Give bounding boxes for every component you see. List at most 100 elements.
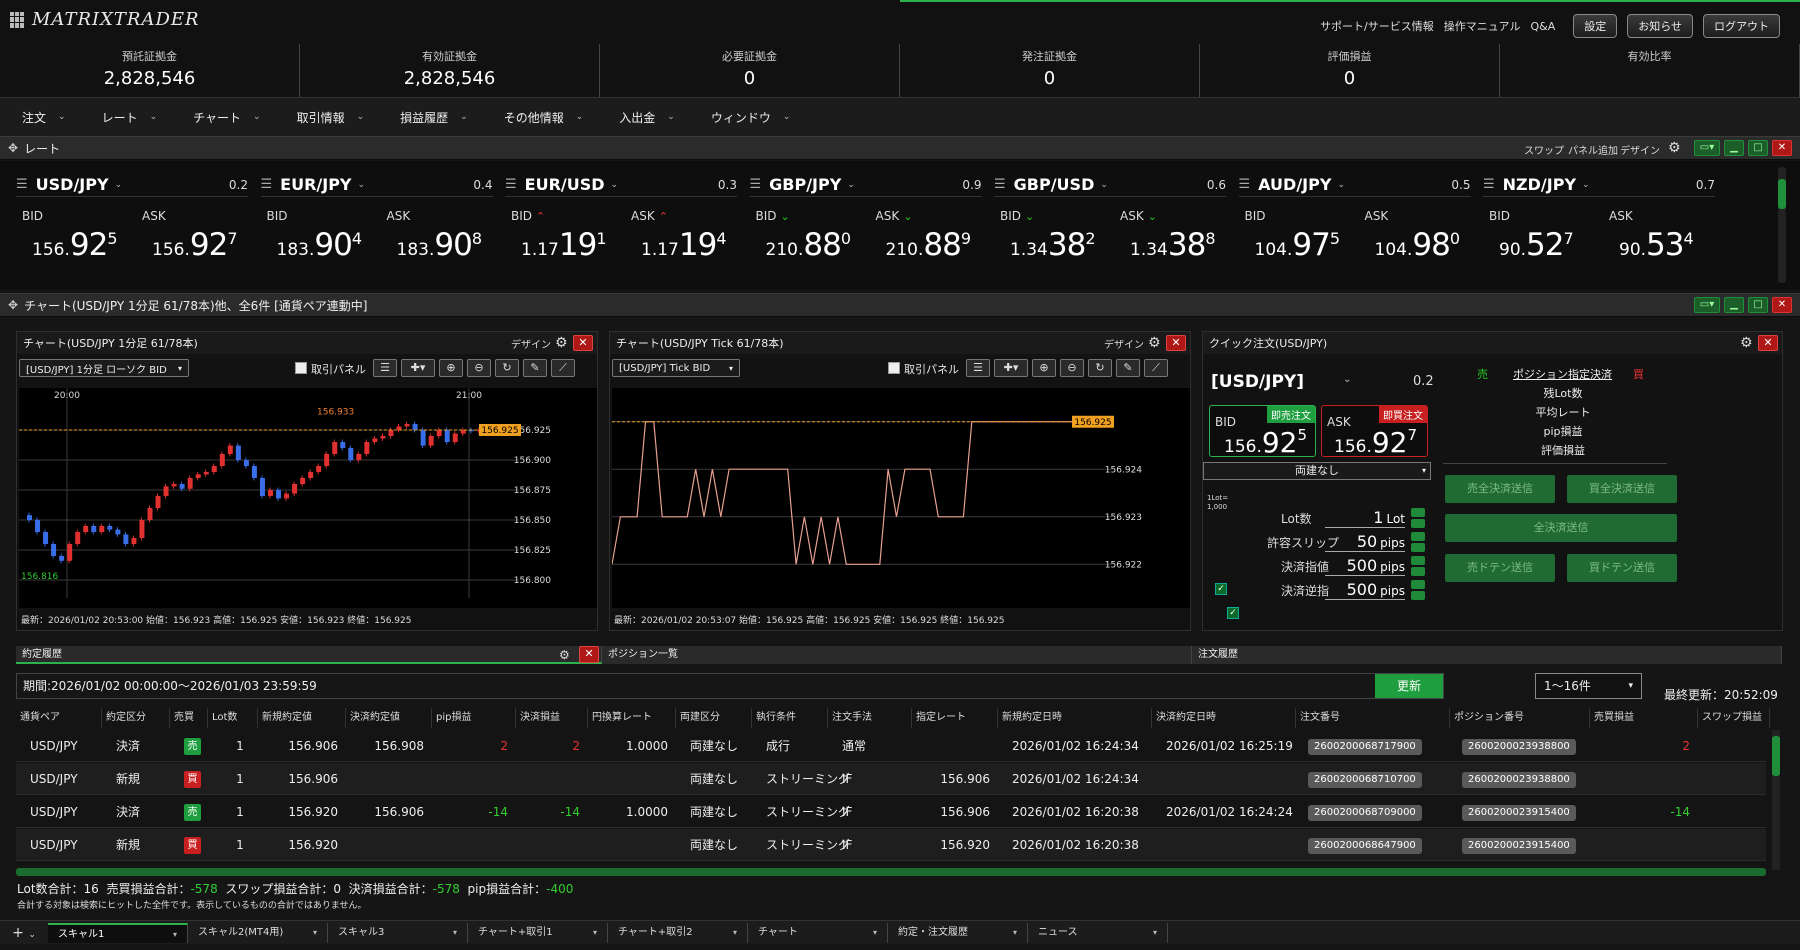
rate-card[interactable]: ☰ EUR/USD ⌄ 0.3 BID ⌃ 1.17191 ASK ⌃ 1.17194	[505, 173, 737, 283]
qa-link[interactable]: Q&A	[1530, 20, 1555, 33]
bid-price[interactable]: 210.880	[766, 227, 852, 263]
swap-link[interactable]: スワップ	[1524, 142, 1564, 157]
column-header[interactable]: 売買	[170, 708, 208, 728]
rate-scrollbar[interactable]	[1778, 167, 1786, 283]
menu-item[interactable]: ウィンドウ ⌄	[711, 109, 791, 126]
gear-icon[interactable]: ⚙	[1148, 336, 1162, 350]
rate-symbol[interactable]: EUR/USD	[525, 175, 605, 194]
column-header[interactable]: 決済約定値	[346, 708, 432, 728]
tab-fill-history[interactable]: 約定履歴 ⚙ ✕	[16, 646, 602, 664]
chevron-down-icon[interactable]: ⌄	[1337, 180, 1345, 190]
stepper-icon[interactable]	[1411, 556, 1425, 576]
ask-price[interactable]: 210.889	[886, 227, 972, 263]
rate-symbol[interactable]: GBP/USD	[1014, 175, 1095, 194]
chevron-down-icon[interactable]: ⌄	[358, 180, 366, 190]
ask-price[interactable]: 156.927	[152, 227, 238, 263]
quick-symbol[interactable]: [USD/JPY]	[1211, 372, 1304, 392]
stepper-icon[interactable]	[1411, 508, 1425, 528]
column-header[interactable]: 決済約定日時	[1152, 708, 1296, 728]
column-header[interactable]: 円換算レート	[588, 708, 676, 728]
zoom-in-icon[interactable]: ⊕	[439, 359, 463, 377]
position-close-link[interactable]: ポジション指定決済	[1513, 366, 1612, 382]
move-handle-icon[interactable]: ✥	[8, 141, 18, 155]
sell-doten-button[interactable]: 売ドテン送信	[1445, 554, 1555, 582]
column-header[interactable]: 指定レート	[912, 708, 998, 728]
workspace-tab[interactable]: スキャル1 ▾	[48, 922, 188, 943]
position-number[interactable]: 2600200023938800	[1462, 771, 1576, 788]
quick-row-input[interactable]: 500 pips	[1325, 556, 1405, 576]
chevron-down-icon[interactable]: ⌄	[611, 180, 619, 190]
column-header[interactable]: 約定区分	[102, 708, 170, 728]
close-all-button[interactable]: 全決済送信	[1445, 514, 1677, 542]
layout-icon[interactable]: ▭▾	[1694, 297, 1720, 313]
column-header[interactable]: pip損益	[432, 708, 516, 728]
table-row[interactable]: USD/JPY 新規 買 1 156.920 両建なし ストリーミング IF 156.920 20…	[16, 829, 1766, 861]
rate-card[interactable]: ☰ USD/JPY ⌄ 0.2 BID 156.925 ASK 156.927	[16, 173, 248, 283]
zoom-in-icon[interactable]: ⊕	[1032, 359, 1056, 377]
close-icon[interactable]: ✕	[573, 335, 593, 351]
close-icon[interactable]: ✕	[1166, 335, 1186, 351]
chevron-down-icon[interactable]: ⌄	[1100, 180, 1108, 190]
quick-row-input[interactable]: 50 pips	[1325, 532, 1405, 552]
move-handle-icon[interactable]: ✥	[8, 298, 18, 312]
menu-item[interactable]: 注文 ⌄	[22, 109, 66, 126]
row-checkbox[interactable]: ✓	[1227, 607, 1239, 619]
column-header[interactable]: 新規約定日時	[998, 708, 1152, 728]
workspace-tab[interactable]: スキャル2(MT4用) ▾	[188, 922, 328, 943]
settings-button[interactable]: 設定	[1573, 14, 1618, 38]
chevron-down-icon[interactable]: ⌄	[115, 180, 123, 190]
rate-symbol[interactable]: AUD/JPY	[1258, 175, 1331, 194]
vertical-scrollbar[interactable]	[1772, 730, 1780, 870]
column-header[interactable]: 注文手法	[828, 708, 912, 728]
indicator-icon[interactable]: ☰	[373, 359, 397, 377]
menu-item[interactable]: その他情報 ⌄	[504, 109, 584, 126]
column-header[interactable]: 執行条件	[752, 708, 828, 728]
workspace-tab[interactable]: スキャル3 ▾	[328, 922, 468, 943]
workspace-tab[interactable]: 約定・注文履歴 ▾	[888, 922, 1028, 943]
column-header[interactable]: 決済損益	[516, 708, 588, 728]
quick-row-input[interactable]: 500 pips	[1325, 580, 1405, 600]
gear-icon[interactable]: ⚙	[1740, 336, 1754, 350]
ask-price[interactable]: 1.34388	[1130, 227, 1216, 263]
column-header[interactable]: 通貨ペア	[16, 708, 102, 728]
chart2-selector[interactable]: [USD/JPY] Tick BID ▾	[612, 359, 740, 377]
gear-icon[interactable]: ⚙	[1668, 141, 1682, 155]
menu-item[interactable]: レート ⌄	[102, 109, 158, 126]
rate-symbol[interactable]: USD/JPY	[36, 175, 109, 194]
bid-price[interactable]: 156.925	[32, 227, 118, 263]
gear-icon[interactable]: ⚙	[555, 336, 569, 350]
menu-icon[interactable]: ☰	[16, 177, 28, 192]
menu-icon[interactable]: ☰	[1483, 177, 1495, 192]
table-row[interactable]: USD/JPY 決済 売 1 156.920 156.906 -14 -14 1.0000 両建な…	[16, 796, 1766, 828]
candlestick-chart[interactable]: 156.800 156.825 156.850 156.875 156.900 156.9…	[19, 388, 597, 608]
tab-position-list[interactable]: ポジション一覧	[602, 646, 1192, 664]
zoom-out-icon[interactable]: ⊖	[1060, 359, 1084, 377]
range-select[interactable]: 1～16件 ▾	[1535, 673, 1642, 699]
chart1-selector[interactable]: [USD/JPY] 1分足 ローソク BID ▾	[19, 359, 189, 377]
quick-bid-button[interactable]: BID 即売注文 156.925	[1209, 405, 1316, 459]
menu-item[interactable]: 損益履歴 ⌄	[400, 109, 468, 126]
ask-price[interactable]: 90.534	[1619, 227, 1694, 263]
refresh-icon[interactable]: ↻	[495, 359, 519, 377]
minimize-icon[interactable]: ▁	[1724, 140, 1744, 156]
rate-card[interactable]: ☰ GBP/USD ⌄ 0.6 BID ⌄ 1.34382 ASK ⌄ 1.34388	[994, 173, 1226, 283]
buy-doten-button[interactable]: 買ドテン送信	[1567, 554, 1677, 582]
chevron-down-icon[interactable]: ⌄	[847, 180, 855, 190]
design-link[interactable]: デザイン	[1620, 142, 1660, 157]
maximize-icon[interactable]: □	[1748, 140, 1768, 156]
draw-icon[interactable]: ✎	[523, 359, 547, 377]
bid-price[interactable]: 90.527	[1499, 227, 1574, 263]
position-number[interactable]: 2600200023938800	[1462, 738, 1576, 755]
position-number[interactable]: 2600200023915400	[1462, 837, 1576, 854]
bid-price[interactable]: 1.17191	[521, 227, 607, 263]
tick-chart[interactable]: 156.922 156.923 156.924 156.925	[612, 388, 1190, 608]
column-header[interactable]: 売買損益	[1590, 708, 1698, 728]
notice-button[interactable]: お知らせ	[1627, 14, 1693, 38]
manual-link[interactable]: 操作マニュアル	[1444, 18, 1521, 34]
menu-item[interactable]: チャート ⌄	[193, 109, 260, 126]
rate-card[interactable]: ☰ NZD/JPY ⌄ 0.7 BID 90.527 ASK 90.534	[1483, 173, 1715, 283]
draw-icon[interactable]: ✎	[1116, 359, 1140, 377]
quick-ask-button[interactable]: ASK 即買注文 156.927	[1321, 405, 1428, 459]
menu-icon[interactable]: ☰	[750, 177, 762, 192]
column-header[interactable]: スワップ損益	[1698, 708, 1770, 728]
